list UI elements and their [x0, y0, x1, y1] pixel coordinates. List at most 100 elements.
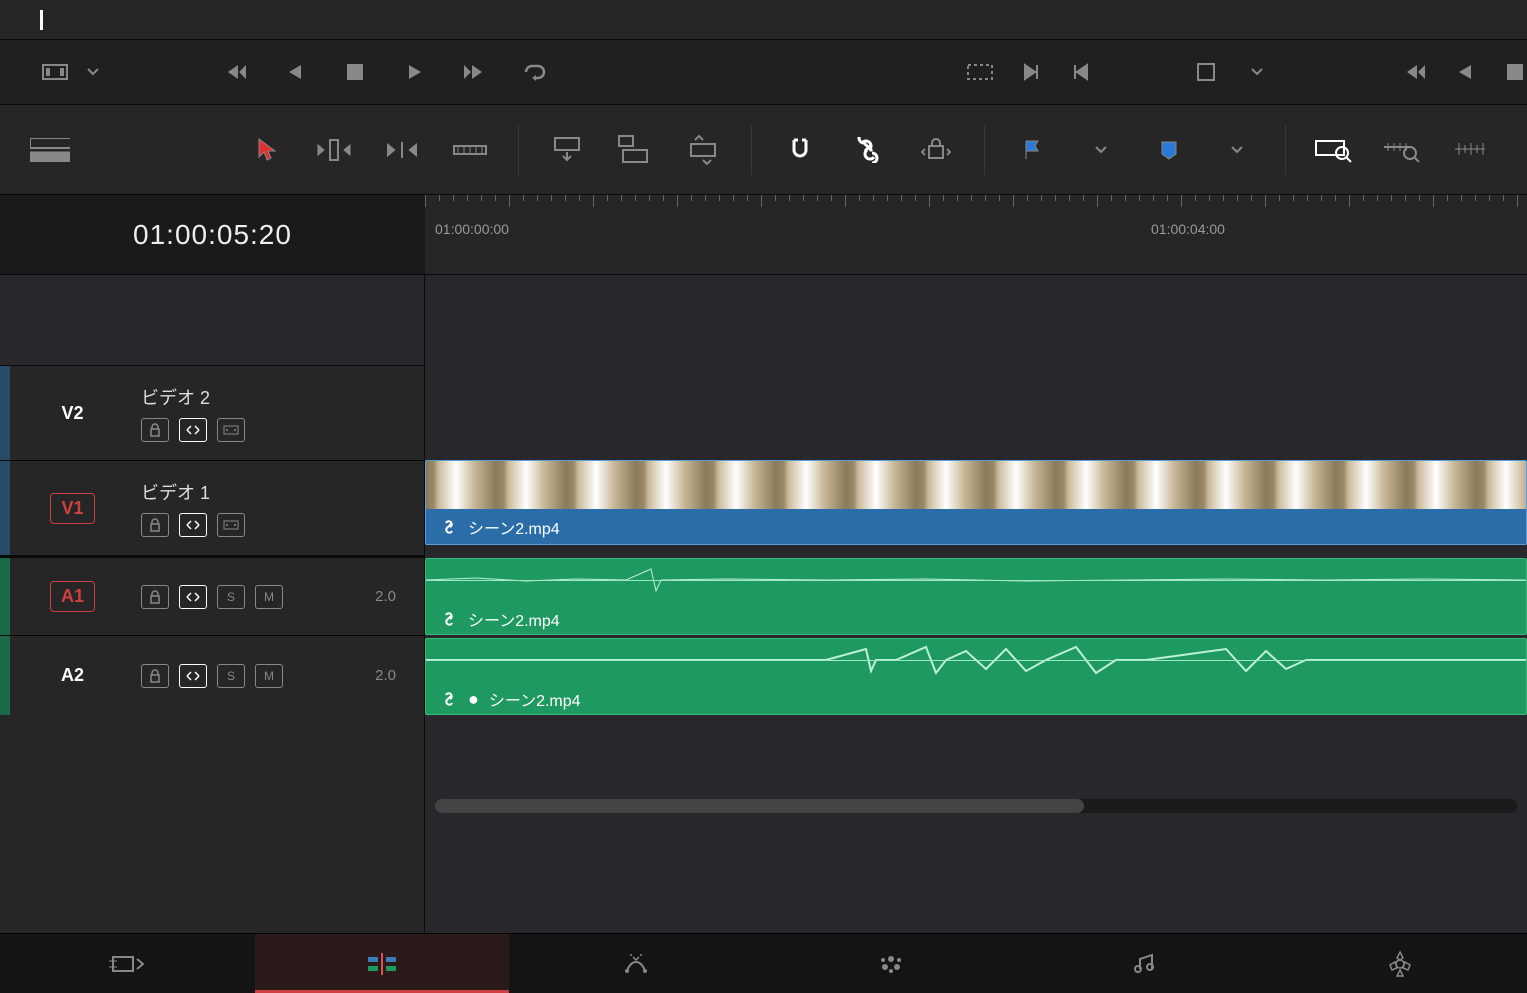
- track-indicator: [0, 366, 10, 460]
- ruler-label: 01:00:04:00: [1151, 221, 1225, 237]
- clip-label: シーン2.mp4: [426, 601, 1526, 635]
- clip-name: シーン2.mp4: [468, 607, 560, 631]
- step-back-icon[interactable]: [1452, 57, 1476, 87]
- track-header-a1[interactable]: A1 S M 2.0: [0, 555, 424, 635]
- solo-button[interactable]: S: [217, 585, 245, 609]
- loop-icon[interactable]: [520, 57, 550, 87]
- video-enable-icon[interactable]: [217, 418, 245, 442]
- cut-page-tab[interactable]: [0, 934, 255, 993]
- auto-select-icon[interactable]: [179, 418, 207, 442]
- ruler-label: 01:00:00:00: [435, 221, 509, 237]
- chevron-down-icon[interactable]: [1081, 130, 1121, 170]
- track-name: ビデオ 1: [141, 479, 408, 505]
- waveform: [426, 639, 1526, 681]
- crop-icon[interactable]: [1194, 57, 1218, 87]
- channel-count: 2.0: [375, 588, 408, 605]
- insert-clip-icon[interactable]: [547, 130, 587, 170]
- marker-icon[interactable]: [1149, 130, 1189, 170]
- blade-tool-icon[interactable]: [450, 130, 490, 170]
- color-page-tab[interactable]: [764, 934, 1019, 993]
- timeline-ruler[interactable]: 01:00:00:00 01:00:04:00: [425, 195, 1527, 274]
- skip-back-icon[interactable]: [220, 57, 250, 87]
- track-indicator: [0, 558, 10, 635]
- solo-button[interactable]: S: [217, 664, 245, 688]
- snap-icon[interactable]: [780, 130, 820, 170]
- track-select-v1[interactable]: V1: [20, 461, 125, 555]
- track-select-a1[interactable]: A1: [20, 558, 125, 635]
- timecode-display[interactable]: 01:00:05:20: [0, 195, 425, 274]
- timeline-header: 01:00:05:20 01:00:00:00 01:00:04:00: [0, 195, 1527, 275]
- trim-tool-icon[interactable]: [314, 130, 354, 170]
- zoom-custom-icon[interactable]: [1450, 130, 1490, 170]
- chevron-down-icon[interactable]: [1217, 130, 1257, 170]
- stop-icon[interactable]: [1503, 57, 1527, 87]
- clip-thumbnails: [426, 461, 1526, 509]
- fusion-page-tab[interactable]: [509, 934, 764, 993]
- viewer-mode-icon[interactable]: [40, 57, 70, 87]
- track-indicator: [0, 636, 10, 715]
- step-back-icon[interactable]: [280, 57, 310, 87]
- track-id: A2: [51, 661, 94, 690]
- video-enable-icon[interactable]: [217, 513, 245, 537]
- link-icon: [440, 691, 458, 707]
- stop-icon[interactable]: [340, 57, 370, 87]
- clip-name: シーン2.mp4: [468, 515, 560, 539]
- edit-page-tab[interactable]: [255, 934, 510, 993]
- transport-bar: [0, 40, 1527, 105]
- scrub-bar[interactable]: [0, 0, 1527, 40]
- track-select-a2[interactable]: A2: [20, 636, 125, 715]
- mute-button[interactable]: M: [255, 585, 283, 609]
- dynamic-trim-icon[interactable]: [382, 130, 422, 170]
- zoom-detail-icon[interactable]: [1382, 130, 1422, 170]
- lock-icon[interactable]: [141, 585, 169, 609]
- fairlight-page-tab[interactable]: [1018, 934, 1273, 993]
- lock-icon[interactable]: [141, 513, 169, 537]
- scrollbar-thumb[interactable]: [435, 799, 1084, 813]
- track-id: V2: [51, 399, 93, 428]
- track-header-a2[interactable]: A2 S M 2.0: [0, 635, 424, 715]
- track-select-v2[interactable]: V2: [20, 366, 125, 460]
- deliver-page-tab[interactable]: [1273, 934, 1527, 993]
- audio-clip[interactable]: シーン2.mp4: [425, 558, 1527, 635]
- auto-select-icon[interactable]: [179, 664, 207, 688]
- next-clip-icon[interactable]: [1019, 57, 1043, 87]
- page-tabs: [0, 933, 1527, 993]
- zoom-full-icon[interactable]: [1314, 130, 1354, 170]
- audio-clip[interactable]: ● シーン2.mp4: [425, 638, 1527, 715]
- track-header-v1[interactable]: V1 ビデオ 1: [0, 460, 424, 555]
- chevron-down-icon[interactable]: [1245, 57, 1269, 87]
- play-icon[interactable]: [400, 57, 430, 87]
- overwrite-clip-icon[interactable]: [615, 130, 655, 170]
- clip-label: ● シーン2.mp4: [426, 681, 1526, 715]
- track-id: A1: [50, 581, 95, 612]
- track-headers: V2 ビデオ 2 V1 ビデオ 1: [0, 275, 425, 933]
- waveform: [426, 559, 1526, 601]
- edit-toolbar: [0, 105, 1527, 195]
- track-indicator: [0, 461, 10, 555]
- mute-button[interactable]: M: [255, 664, 283, 688]
- track-content[interactable]: シーン2.mp4 シーン2.mp4 ● シーン2.mp4: [425, 275, 1527, 933]
- video-clip[interactable]: シーン2.mp4: [425, 460, 1527, 545]
- timeline-view-icon[interactable]: [30, 130, 70, 170]
- auto-select-icon[interactable]: [179, 585, 207, 609]
- prev-clip-icon[interactable]: [1069, 57, 1093, 87]
- skip-forward-icon[interactable]: [460, 57, 490, 87]
- lock-icon[interactable]: [141, 418, 169, 442]
- replace-clip-icon[interactable]: [683, 130, 723, 170]
- track-header-v2[interactable]: V2 ビデオ 2: [0, 365, 424, 460]
- selection-tool-icon[interactable]: [246, 130, 286, 170]
- lock-icon[interactable]: [141, 664, 169, 688]
- position-lock-icon[interactable]: [916, 130, 956, 170]
- auto-select-icon[interactable]: [179, 513, 207, 537]
- playhead-marker[interactable]: [40, 10, 43, 30]
- tracks-area: V2 ビデオ 2 V1 ビデオ 1: [0, 275, 1527, 933]
- chevron-down-icon[interactable]: [78, 57, 108, 87]
- timecode-value: 01:00:05:20: [133, 219, 292, 251]
- link-icon[interactable]: [848, 130, 888, 170]
- skip-back-icon[interactable]: [1402, 57, 1426, 87]
- clip-label: シーン2.mp4: [426, 509, 1526, 545]
- link-icon: [440, 519, 458, 535]
- flag-icon[interactable]: [1013, 130, 1053, 170]
- horizontal-scrollbar[interactable]: [435, 799, 1517, 813]
- match-frame-icon[interactable]: [967, 57, 993, 87]
